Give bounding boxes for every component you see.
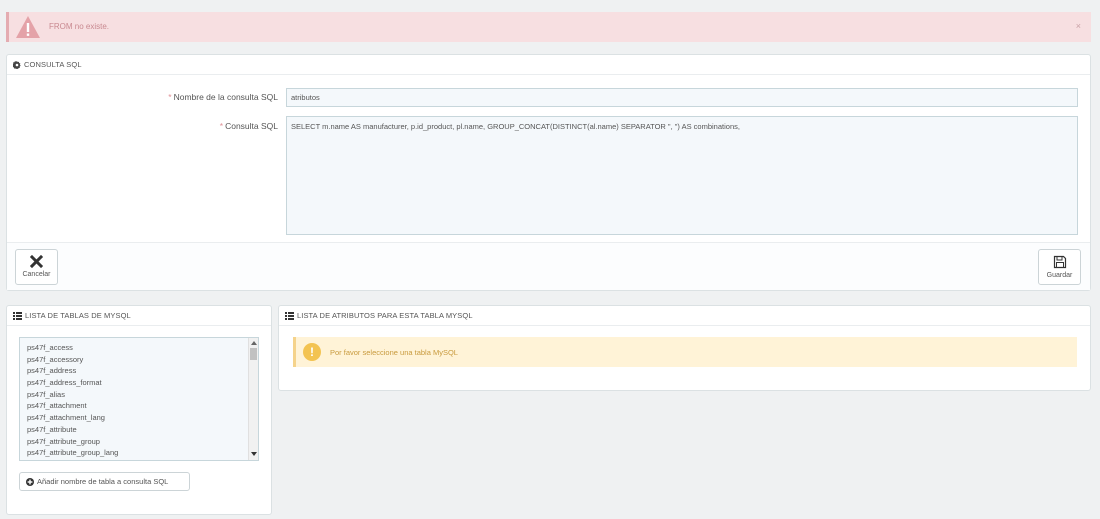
table-option[interactable]: ps47f_alias bbox=[27, 389, 258, 401]
tables-panel-title: LISTA DE TABLAS DE MYSQL bbox=[25, 311, 131, 320]
error-alert: FROM no existe. × bbox=[6, 12, 1091, 42]
query-name-label: * Nombre de la consulta SQL bbox=[168, 92, 278, 102]
save-button[interactable]: Guardar bbox=[1038, 249, 1081, 285]
close-alert-button[interactable]: × bbox=[1076, 21, 1081, 31]
table-option[interactable]: ps47f_accessory bbox=[27, 354, 258, 366]
scroll-up-arrow-icon[interactable] bbox=[251, 341, 257, 345]
exclamation-icon: ! bbox=[303, 343, 321, 361]
list-icon bbox=[285, 311, 294, 320]
scroll-down-arrow-icon[interactable] bbox=[251, 452, 257, 456]
scroll-thumb[interactable] bbox=[250, 348, 257, 360]
table-option[interactable]: ps47f_attribute_group bbox=[27, 436, 258, 448]
query-sql-label: * Consulta SQL bbox=[219, 121, 278, 131]
mysql-tables-panel: LISTA DE TABLAS DE MYSQL ps47f_access ps4… bbox=[6, 305, 272, 515]
tables-options: ps47f_access ps47f_accessory ps47f_address… bbox=[20, 338, 258, 461]
close-icon bbox=[30, 255, 43, 268]
table-option[interactable]: ps47f_address bbox=[27, 365, 258, 377]
cancel-button[interactable]: Cancelar bbox=[15, 249, 58, 285]
table-option[interactable]: ps47f_access bbox=[27, 342, 258, 354]
tables-select-list[interactable]: ps47f_access ps47f_accessory ps47f_address… bbox=[19, 337, 259, 461]
floppy-disk-icon bbox=[1053, 255, 1066, 269]
error-message: FROM no existe. bbox=[49, 22, 110, 31]
table-option[interactable]: ps47f_attachment_lang bbox=[27, 412, 258, 424]
sql-panel-heading: CONSULTA SQL bbox=[7, 55, 1090, 75]
plus-circle-icon bbox=[26, 477, 34, 486]
list-icon bbox=[13, 311, 22, 320]
query-sql-textarea[interactable]: SELECT m.name AS manufacturer, p.id_prod… bbox=[286, 116, 1078, 235]
tables-panel-heading: LISTA DE TABLAS DE MYSQL bbox=[7, 306, 271, 326]
add-table-name-button[interactable]: Añadir nombre de tabla a consulta SQL bbox=[19, 472, 190, 491]
table-option[interactable]: ps47f_attribute_group_lang bbox=[27, 447, 258, 459]
mysql-attributes-panel: LISTA DE ATRIBUTOS PARA ESTA TABLA MYSQL… bbox=[278, 305, 1091, 391]
gear-icon bbox=[13, 60, 21, 69]
table-option[interactable]: ps47f_attribute bbox=[27, 424, 258, 436]
tables-scrollbar[interactable] bbox=[248, 338, 258, 460]
attributes-panel-title: LISTA DE ATRIBUTOS PARA ESTA TABLA MYSQL bbox=[297, 311, 473, 320]
attributes-panel-heading: LISTA DE ATRIBUTOS PARA ESTA TABLA MYSQL bbox=[279, 306, 1090, 326]
table-option[interactable]: ps47f_address_format bbox=[27, 377, 258, 389]
warning-triangle-icon bbox=[16, 16, 40, 38]
warning-alert: ! Por favor seleccione una tabla MySQL bbox=[293, 337, 1077, 367]
table-option[interactable]: ps47f_attachment bbox=[27, 400, 258, 412]
sql-query-panel: CONSULTA SQL * Nombre de la consulta SQL … bbox=[6, 54, 1091, 291]
sql-panel-footer: Cancelar Guardar bbox=[7, 242, 1090, 290]
query-name-input[interactable]: atributos bbox=[286, 88, 1078, 107]
sql-panel-title: CONSULTA SQL bbox=[24, 60, 82, 69]
table-option[interactable]: ps47f_attribute_group_shop bbox=[27, 459, 258, 461]
warning-message: Por favor seleccione una tabla MySQL bbox=[330, 348, 458, 357]
